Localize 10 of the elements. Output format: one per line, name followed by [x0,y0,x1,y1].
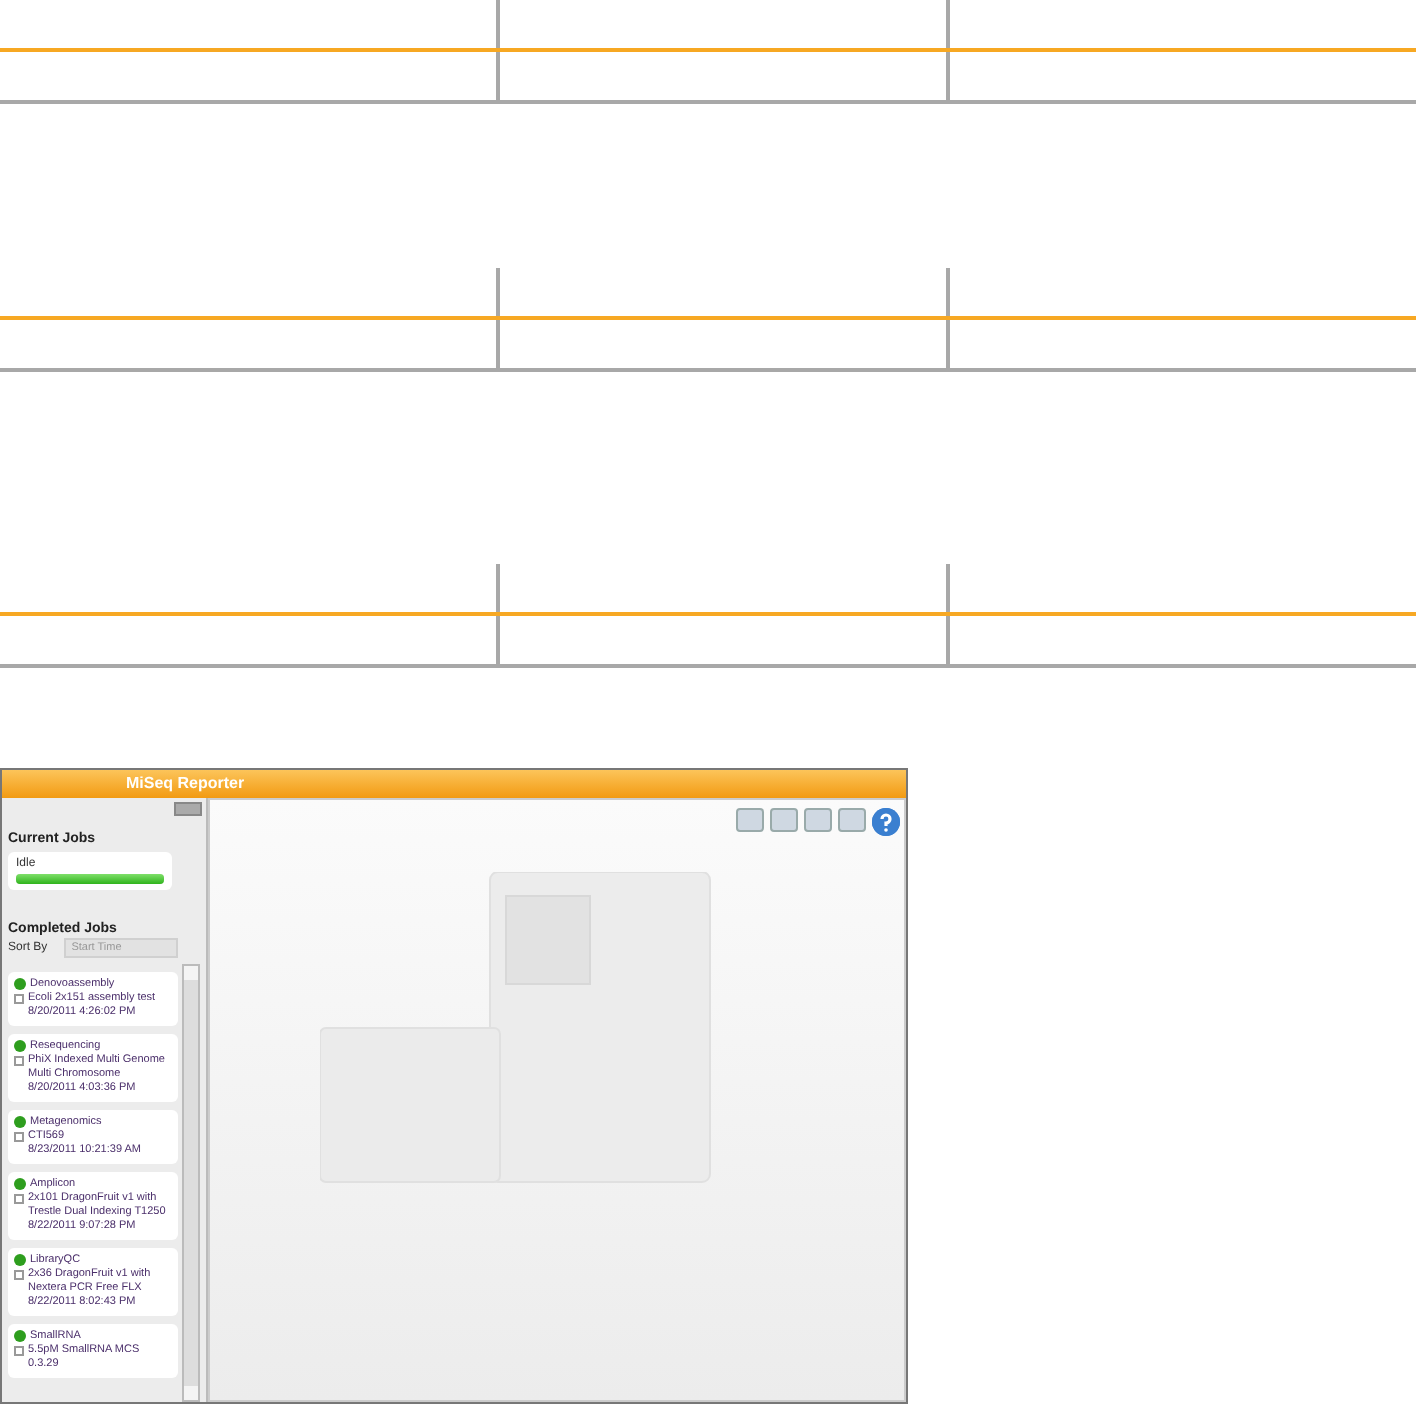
window-title: MiSeq Reporter [2,770,906,798]
document-icon [14,1132,24,1142]
document-icon [14,1346,24,1356]
document-icon [14,1194,24,1204]
document-icon [14,1056,24,1066]
document-icon [14,1270,24,1280]
help-icon[interactable] [872,808,900,836]
collapse-button[interactable] [174,802,202,816]
document-icon [14,994,24,1004]
scrollbar[interactable] [182,964,200,1402]
